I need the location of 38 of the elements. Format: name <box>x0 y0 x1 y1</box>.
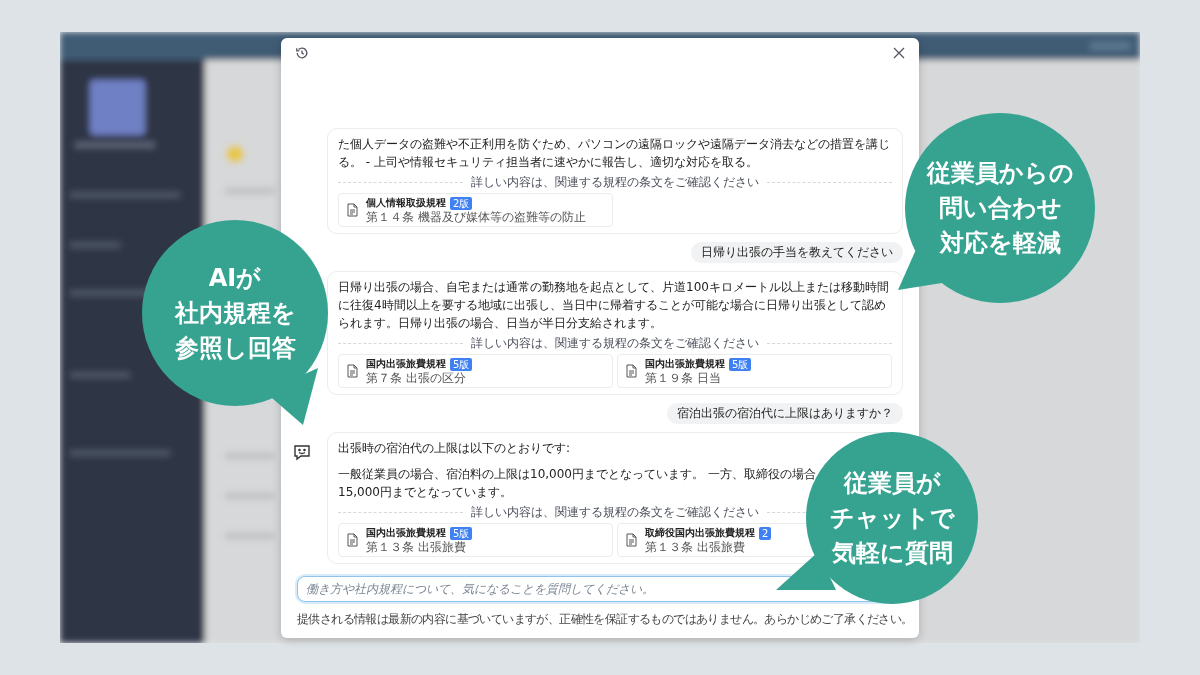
callout-tooltip-text: AIが 社内規程を 参照し回答 <box>174 262 296 364</box>
reference-title: 取締役国内出張旅費規程 <box>645 526 755 540</box>
reference-card[interactable]: 国内出張旅費規程 5版 第１９条 日当 <box>617 354 892 388</box>
document-icon <box>347 203 358 217</box>
article-text: 第１３条 出張旅費 <box>366 540 467 554</box>
answer-text: 日帰り出張の場合、自宅または通常の勤務地を起点として、片道100キロメートル以上または移動時間に往復4時間以上を要する地域に出張し、当日中に帰着することが可能な場合に日帰り出張として認められます。日帰り出張の場合、日当が半日分支給されます。 <box>338 279 890 332</box>
answer-text: 出張時の宿泊代の上限は以下のとおりです: <box>338 440 571 457</box>
question-bubble: 宿泊出張の宿泊代に上限はありますか？ <box>667 403 903 424</box>
version-badge: 2 <box>759 526 772 540</box>
reference-note: 詳しい内容は、関連する規程の条文をご確認ください <box>471 336 759 350</box>
reference-title: 国内出張旅費規程 <box>366 526 446 540</box>
article-text: 第７条 出張の区分 <box>366 371 467 385</box>
disclaimer-text: 提供される情報は最新の内容に基づいていますが、正確性を保証するものではありません。あらかじめご了承ください。 <box>297 612 913 626</box>
reference-note: 詳しい内容は、関連する規程の条文をご確認ください <box>471 175 759 189</box>
history-icon[interactable] <box>295 46 309 60</box>
document-icon <box>347 364 358 378</box>
document-icon <box>347 533 358 547</box>
article-text: 第１４条 機器及び媒体等の盗難等の防止 <box>366 210 586 224</box>
document-icon <box>626 533 637 547</box>
reference-title: 国内出張旅費規程 <box>645 357 725 371</box>
version-badge: 5版 <box>729 357 752 371</box>
reference-note: 詳しい内容は、関連する規程の条文をご確認ください <box>471 505 759 519</box>
version-badge: 5版 <box>450 357 473 371</box>
article-text: 第１３条 出張旅費 <box>645 540 746 554</box>
article-text: 第１９条 日当 <box>645 371 722 385</box>
reference-title: 国内出張旅費規程 <box>366 357 446 371</box>
version-badge: 2版 <box>450 196 473 210</box>
version-badge: 5版 <box>450 526 473 540</box>
question-bubble: 日帰り出張の手当を教えてください <box>691 242 903 263</box>
reference-card[interactable]: 国内出張旅費規程 5版 第７条 出張の区分 <box>338 354 613 388</box>
document-icon <box>626 364 637 378</box>
callout-tooltip-text: 従業員からの 問い合わせ 対応を軽減 <box>926 157 1074 259</box>
reference-title: 個人情報取扱規程 <box>366 196 446 210</box>
reference-card[interactable]: 個人情報取扱規程 2版 第１４条 機器及び媒体等の盗難等の防止 <box>338 193 613 227</box>
close-icon[interactable] <box>893 47 905 59</box>
reference-card[interactable]: 国内出張旅費規程 5版 第１３条 出張旅費 <box>338 523 613 557</box>
answer-text: 一般従業員の場合、宿泊料の上限は10,000円までとなっています。 一方、取締役の場合 15,000円までとなっています。 <box>338 466 816 501</box>
answer-text: た個人データの盗難や不正利用を防ぐため、パソコンの遠隔ロックや遠隔データ消去などの措置を講じる。 - 上司や情報セキュリティ担当者に速やかに報告し、適切な対応を取る。 <box>338 136 891 171</box>
